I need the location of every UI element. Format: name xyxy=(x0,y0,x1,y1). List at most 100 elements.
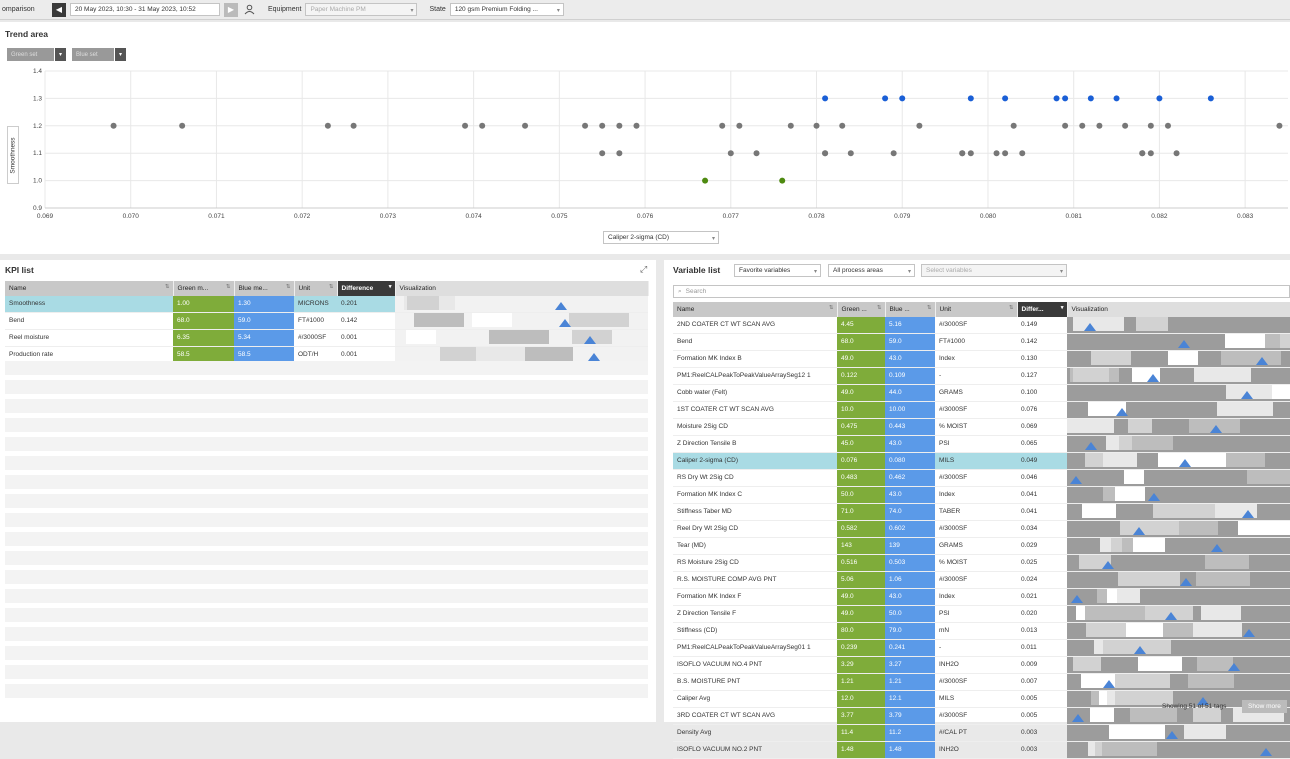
select-variables-input[interactable]: Select variables ▾ xyxy=(921,264,1067,277)
scatter-point[interactable] xyxy=(350,122,357,129)
scatter-point[interactable] xyxy=(599,150,606,157)
var-col-blue[interactable]: Blue ... ⇅ xyxy=(885,302,936,317)
scatter-point[interactable] xyxy=(179,122,186,129)
green-set-dropdown-icon[interactable]: ▾ xyxy=(55,48,66,61)
var-col-unit[interactable]: Unit ⇅ xyxy=(935,302,1018,317)
scatter-point[interactable] xyxy=(967,150,974,157)
kpi-col-name[interactable]: Name ⇅ xyxy=(5,281,174,296)
scatter-point[interactable] xyxy=(993,150,1000,157)
var-row[interactable]: Cobb water (Felt) 49.0 44.0 GRAMS 0.100 xyxy=(673,384,1290,402)
expand-icon[interactable]: ⤢ xyxy=(640,264,647,275)
scatter-point[interactable] xyxy=(1207,95,1214,102)
scatter-point[interactable] xyxy=(822,150,829,157)
scatter-point[interactable] xyxy=(1139,150,1146,157)
scatter-point[interactable] xyxy=(1002,150,1009,157)
scatter-point[interactable] xyxy=(324,122,331,129)
scatter-point[interactable] xyxy=(1156,95,1163,102)
var-col-difference[interactable]: Differ... ▾ xyxy=(1017,302,1068,317)
show-more-button[interactable]: Show more xyxy=(1242,700,1287,713)
var-row[interactable]: Density Avg 11.4 11.2 #/CAL PT 0.003 xyxy=(673,724,1290,742)
var-row[interactable]: 2ND COATER CT WT SCAN AVG 4.45 5.16 #/3000S… xyxy=(673,316,1290,334)
scatter-point[interactable] xyxy=(847,150,854,157)
date-range-field[interactable]: 20 May 2023, 10:30 - 31 May 2023, 10:52 xyxy=(70,3,220,16)
scatter-point[interactable] xyxy=(727,150,734,157)
scatter-point[interactable] xyxy=(899,95,906,102)
var-row[interactable]: R.S. MOISTURE COMP AVG PNT 5.06 1.06 #/3000… xyxy=(673,571,1290,589)
var-row[interactable]: Reel Dry Wt 2Sig CD 0.582 0.602 #/3000SF 0.0… xyxy=(673,520,1290,538)
scatter-point[interactable] xyxy=(1164,122,1171,129)
scatter-point[interactable] xyxy=(916,122,923,129)
scatter-point[interactable] xyxy=(779,177,786,184)
equipment-select[interactable]: Paper Machine PM ▾ xyxy=(305,3,418,16)
scatter-point[interactable] xyxy=(813,122,820,129)
var-row[interactable]: ISOFLO VACUUM NO.2 PNT 1.48 1.48 INH2O 0.003 xyxy=(673,741,1290,759)
var-row[interactable]: 1ST COATER CT WT SCAN AVG 10.0 10.00 #/3000… xyxy=(673,401,1290,419)
scatter-point[interactable] xyxy=(1062,95,1069,102)
var-row[interactable]: Z Direction Tensile B 45.0 43.0 PSI 0.065 xyxy=(673,435,1290,453)
scatter-point[interactable] xyxy=(967,95,974,102)
scatter-point[interactable] xyxy=(1096,122,1103,129)
scatter-point[interactable] xyxy=(702,177,709,184)
scatter-point[interactable] xyxy=(1113,95,1120,102)
kpi-row[interactable]: Smoothness 1.00 1.30 MICRONS 0.201 xyxy=(5,295,648,313)
var-row[interactable]: ISOFLO VACUUM NO.4 PNT 3.29 3.27 INH2O 0.009 xyxy=(673,656,1290,674)
kpi-col-unit[interactable]: Unit ⇅ xyxy=(294,281,338,296)
var-row[interactable]: Bend 68.0 59.0 FT#1000 0.142 xyxy=(673,333,1290,351)
prev-range-button[interactable]: ◀ xyxy=(52,2,66,17)
scatter-point[interactable] xyxy=(1087,95,1094,102)
scatter-point[interactable] xyxy=(1276,122,1283,129)
scatter-point[interactable] xyxy=(1147,150,1154,157)
kpi-col-blue[interactable]: Blue me... ⇅ xyxy=(234,281,295,296)
blue-set-dropdown-icon[interactable]: ▾ xyxy=(115,48,126,61)
var-row[interactable]: Stiffness Taber MD 71.0 74.0 TABER 0.041 xyxy=(673,503,1290,521)
scatter-point[interactable] xyxy=(479,122,486,129)
var-row[interactable]: RS Dry Wt 2Sig CD 0.483 0.462 #/3000SF 0.046 xyxy=(673,469,1290,487)
scatter-point[interactable] xyxy=(1053,95,1060,102)
state-select[interactable]: 120 gsm Premium Folding ... ▾ xyxy=(449,3,564,16)
scatter-point[interactable] xyxy=(1147,122,1154,129)
scatter-point[interactable] xyxy=(110,122,117,129)
scatter-point[interactable] xyxy=(1173,150,1180,157)
scatter-point[interactable] xyxy=(839,122,846,129)
search-input[interactable]: ⌕ Search xyxy=(673,285,1290,298)
scatter-point[interactable] xyxy=(959,150,966,157)
var-col-name[interactable]: Name ⇅ xyxy=(673,302,838,317)
favorite-variables-select[interactable]: Favorite variables ▾ xyxy=(734,264,821,277)
scatter-point[interactable] xyxy=(822,95,829,102)
var-row[interactable]: Stiffness (CD) 80.0 79.0 mN 0.013 xyxy=(673,622,1290,640)
var-row[interactable]: RS Moisture 2Sig CD 0.516 0.503% MOIST 0.02… xyxy=(673,554,1290,572)
scatter-point[interactable] xyxy=(736,122,743,129)
scatter-point[interactable] xyxy=(753,150,760,157)
scatter-point[interactable] xyxy=(787,122,794,129)
scatter-point[interactable] xyxy=(599,122,606,129)
scatter-point[interactable] xyxy=(633,122,640,129)
scatter-point[interactable] xyxy=(1122,122,1129,129)
scatter-point[interactable] xyxy=(582,122,589,129)
var-row[interactable]: Formation MK Index F 49.0 43.0 Index 0.021 xyxy=(673,588,1290,606)
var-row[interactable]: Caliper 2-sigma (CD) 0.076 0.080 MILS 0.049 xyxy=(673,452,1290,470)
green-set-button[interactable]: Green set xyxy=(7,48,54,61)
var-row[interactable]: PM1:ReelCALPeakToPeakValueArraySeg12 1 0.… xyxy=(673,367,1290,385)
scatter-point[interactable] xyxy=(462,122,469,129)
process-areas-select[interactable]: All process areas ▾ xyxy=(828,264,915,277)
scatter-point[interactable] xyxy=(522,122,529,129)
kpi-row[interactable]: Reel moisture 6.35 5.34 #/3000SF 0.001 xyxy=(5,329,648,347)
var-row[interactable]: Z Direction Tensile F 49.0 50.0 PSI 0.020 xyxy=(673,605,1290,623)
var-row[interactable]: Moisture 2Sig CD 0.475 0.443% MOIST 0.069 xyxy=(673,418,1290,436)
kpi-row[interactable]: Bend 68.0 59.0 FT#1000 0.142 xyxy=(5,312,648,330)
var-row[interactable]: Formation MK Index C 50.0 43.0 Index 0.041 xyxy=(673,486,1290,504)
scatter-point[interactable] xyxy=(882,95,889,102)
scatter-point[interactable] xyxy=(1062,122,1069,129)
var-row[interactable]: B.S. MOISTURE PNT 1.21 1.21 #/3000SF 0.007 xyxy=(673,673,1290,691)
scatter-point[interactable] xyxy=(616,122,623,129)
var-col-green[interactable]: Green ... ⇅ xyxy=(837,302,886,317)
scatter-point[interactable] xyxy=(1010,122,1017,129)
scatter-point[interactable] xyxy=(1079,122,1086,129)
var-row[interactable]: PM1:ReelCALPeakToPeakValueArraySeg01 1 0.… xyxy=(673,639,1290,657)
x-axis-variable-select[interactable]: Caliper 2-sigma (CD) ▾ xyxy=(603,231,719,244)
scatter-point[interactable] xyxy=(719,122,726,129)
scatter-point[interactable] xyxy=(1002,95,1009,102)
kpi-col-difference[interactable]: Difference ▾ xyxy=(337,281,396,296)
scatter-point[interactable] xyxy=(616,150,623,157)
scatter-point[interactable] xyxy=(1019,150,1026,157)
